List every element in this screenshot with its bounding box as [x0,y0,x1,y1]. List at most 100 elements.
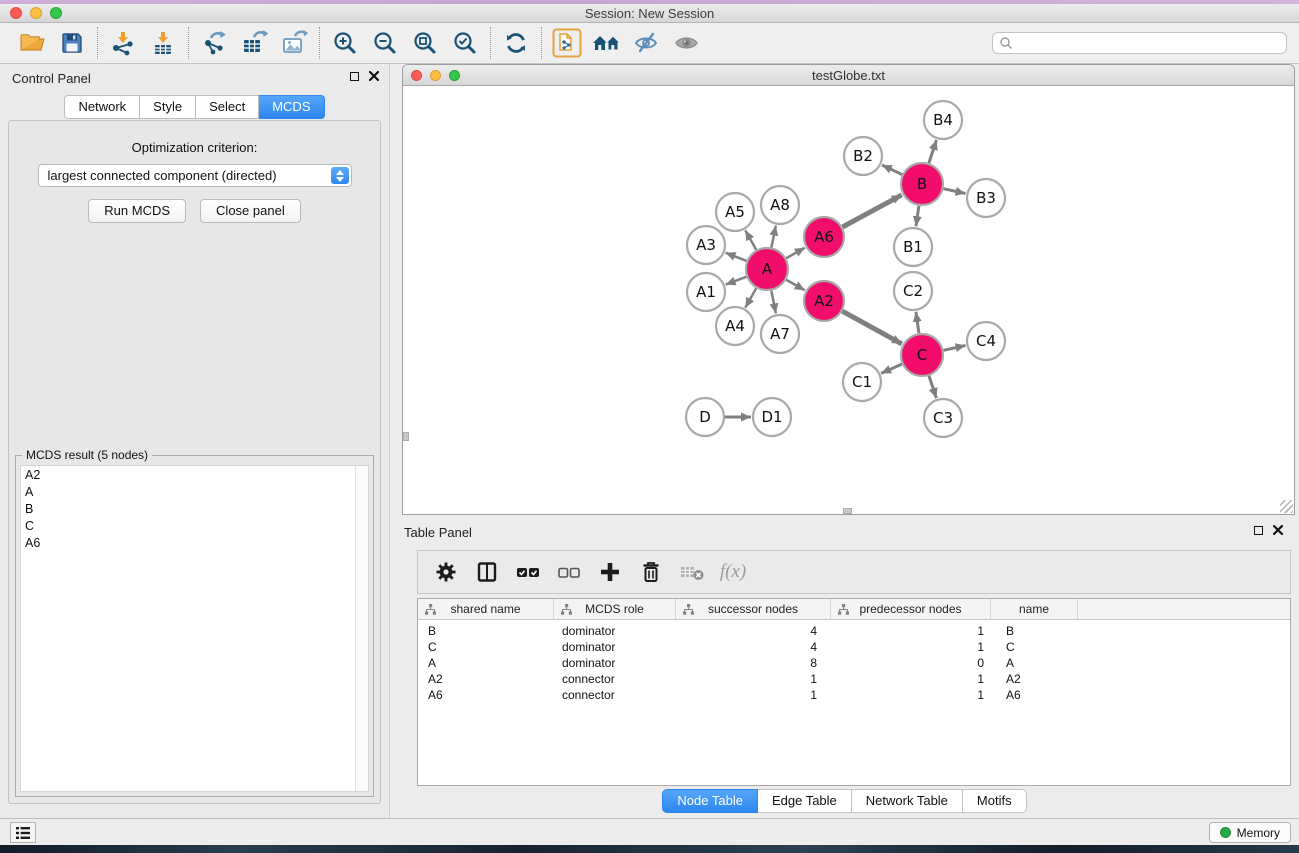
node-C3[interactable]: C3 [924,399,962,437]
node-A1[interactable]: A1 [687,273,725,311]
select-all-rows-button[interactable] [512,555,544,589]
edge-A-A2[interactable] [786,280,805,290]
edge-C-C1[interactable] [881,364,902,373]
duplicate-network-view-button[interactable] [547,26,587,60]
result-list-scrollbar[interactable] [355,466,368,791]
node-B1[interactable]: B1 [894,228,932,266]
cell-shared-name[interactable]: A [418,656,554,670]
tab-network-table[interactable]: Network Table [852,789,963,813]
cell-MCDS-role[interactable]: connector [554,688,676,702]
node-B[interactable]: B [901,163,943,205]
main-titlebar[interactable]: Session: New Session [0,4,1299,23]
delete-columns-button[interactable] [635,555,667,589]
toggle-columns-button[interactable] [471,555,503,589]
network-horizontal-scrollbar[interactable] [843,508,852,514]
export-network-button[interactable] [194,26,234,60]
table-row[interactable]: A2connector11A2 [418,671,1290,687]
cell-name[interactable]: C [991,640,1078,654]
tab-edge-table[interactable]: Edge Table [758,789,852,813]
network-canvas[interactable]: AA1A2A3A4A5A6A7A8BB1B2B3B4CC1C2C3C4DD1 [403,86,1294,514]
cell-predecessor-nodes[interactable]: 1 [831,672,991,686]
node-B4[interactable]: B4 [924,101,962,139]
edge-B-B1[interactable] [916,206,919,226]
cell-predecessor-nodes[interactable]: 0 [831,656,991,670]
mcds-result-item[interactable]: A [21,483,368,500]
task-history-button[interactable] [10,822,36,843]
control-tab-network[interactable]: Network [64,95,140,119]
cell-MCDS-role[interactable]: dominator [554,640,676,654]
run-mcds-button[interactable]: Run MCDS [88,199,186,223]
cell-successor-nodes[interactable]: 1 [676,688,831,702]
edge-A-A4[interactable] [745,288,756,308]
cell-successor-nodes[interactable]: 1 [676,672,831,686]
refresh-view-button[interactable] [496,26,536,60]
node-A7[interactable]: A7 [761,315,799,353]
node-D1[interactable]: D1 [753,398,791,436]
mcds-result-item[interactable]: A2 [21,466,368,483]
cell-shared-name[interactable]: B [418,624,554,638]
hide-selected-button[interactable] [627,26,667,60]
control-tab-style[interactable]: Style [140,95,196,119]
node-C4[interactable]: C4 [967,322,1005,360]
import-network-button[interactable] [103,26,143,60]
network-view-window[interactable]: testGlobe.txt AA1A2A3A4A5A6A7A8BB1B2B3B4… [403,65,1294,514]
edge-A6-B[interactable] [842,195,901,227]
cell-shared-name[interactable]: C [418,640,554,654]
node-C[interactable]: C [901,334,943,376]
cell-name[interactable]: A2 [991,672,1078,686]
edge-A-A5[interactable] [745,230,756,250]
cell-name[interactable]: A6 [991,688,1078,702]
show-selected-button[interactable] [667,26,707,60]
cell-successor-nodes[interactable]: 4 [676,624,831,638]
edge-C-C3[interactable] [929,376,936,398]
edge-B-B3[interactable] [943,189,965,194]
column-header-successor-nodes[interactable]: successor nodes [676,599,831,619]
node-B2[interactable]: B2 [844,137,882,175]
edge-C-C2[interactable] [916,312,919,333]
control-tab-mcds[interactable]: MCDS [259,95,324,119]
zoom-fit-button[interactable] [405,26,445,60]
node-A4[interactable]: A4 [716,307,754,345]
export-image-button[interactable] [274,26,314,60]
node-D[interactable]: D [686,398,724,436]
cell-predecessor-nodes[interactable]: 1 [831,688,991,702]
column-header-MCDS-role[interactable]: MCDS role [554,599,676,619]
node-A6[interactable]: A6 [804,217,844,257]
show-all-levels-button[interactable] [587,26,627,60]
node-B3[interactable]: B3 [967,179,1005,217]
mcds-result-list[interactable]: A2ABCA6 [20,465,369,792]
cell-MCDS-role[interactable]: dominator [554,624,676,638]
edge-A-A1[interactable] [726,277,747,285]
cell-MCDS-role[interactable]: dominator [554,656,676,670]
cell-MCDS-role[interactable]: connector [554,672,676,686]
close-table-panel-icon[interactable] [1273,525,1283,535]
cell-shared-name[interactable]: A6 [418,688,554,702]
export-table-button[interactable] [234,26,274,60]
node-A3[interactable]: A3 [687,226,725,264]
edge-B-B2[interactable] [882,165,902,175]
close-panel-button[interactable]: Close panel [200,199,301,223]
zoom-in-button[interactable] [325,26,365,60]
cell-shared-name[interactable]: A2 [418,672,554,686]
mcds-result-item[interactable]: A6 [21,534,368,551]
table-row[interactable]: Cdominator41C [418,639,1290,655]
edge-C-C4[interactable] [943,345,965,350]
column-header-shared-name[interactable]: shared name [418,599,554,619]
tab-motifs[interactable]: Motifs [963,789,1027,813]
table-settings-button[interactable] [430,555,462,589]
create-column-button[interactable] [594,555,626,589]
save-session-button[interactable] [52,26,92,60]
node-A8[interactable]: A8 [761,186,799,224]
zoom-out-button[interactable] [365,26,405,60]
delete-table-button[interactable] [676,555,708,589]
tab-node-table[interactable]: Node Table [662,789,758,813]
network-vertical-scrollbar[interactable] [403,432,409,441]
edge-A-A8[interactable] [771,226,775,248]
criterion-select[interactable]: largest connected component (directed) [38,164,352,187]
apply-function-button[interactable]: f(x) [717,555,749,589]
node-C1[interactable]: C1 [843,363,881,401]
edge-A-A3[interactable] [726,253,747,261]
float-table-panel-icon[interactable] [1254,526,1263,535]
table-row[interactable]: Adominator80A [418,655,1290,671]
memory-button[interactable]: Memory [1209,822,1291,843]
